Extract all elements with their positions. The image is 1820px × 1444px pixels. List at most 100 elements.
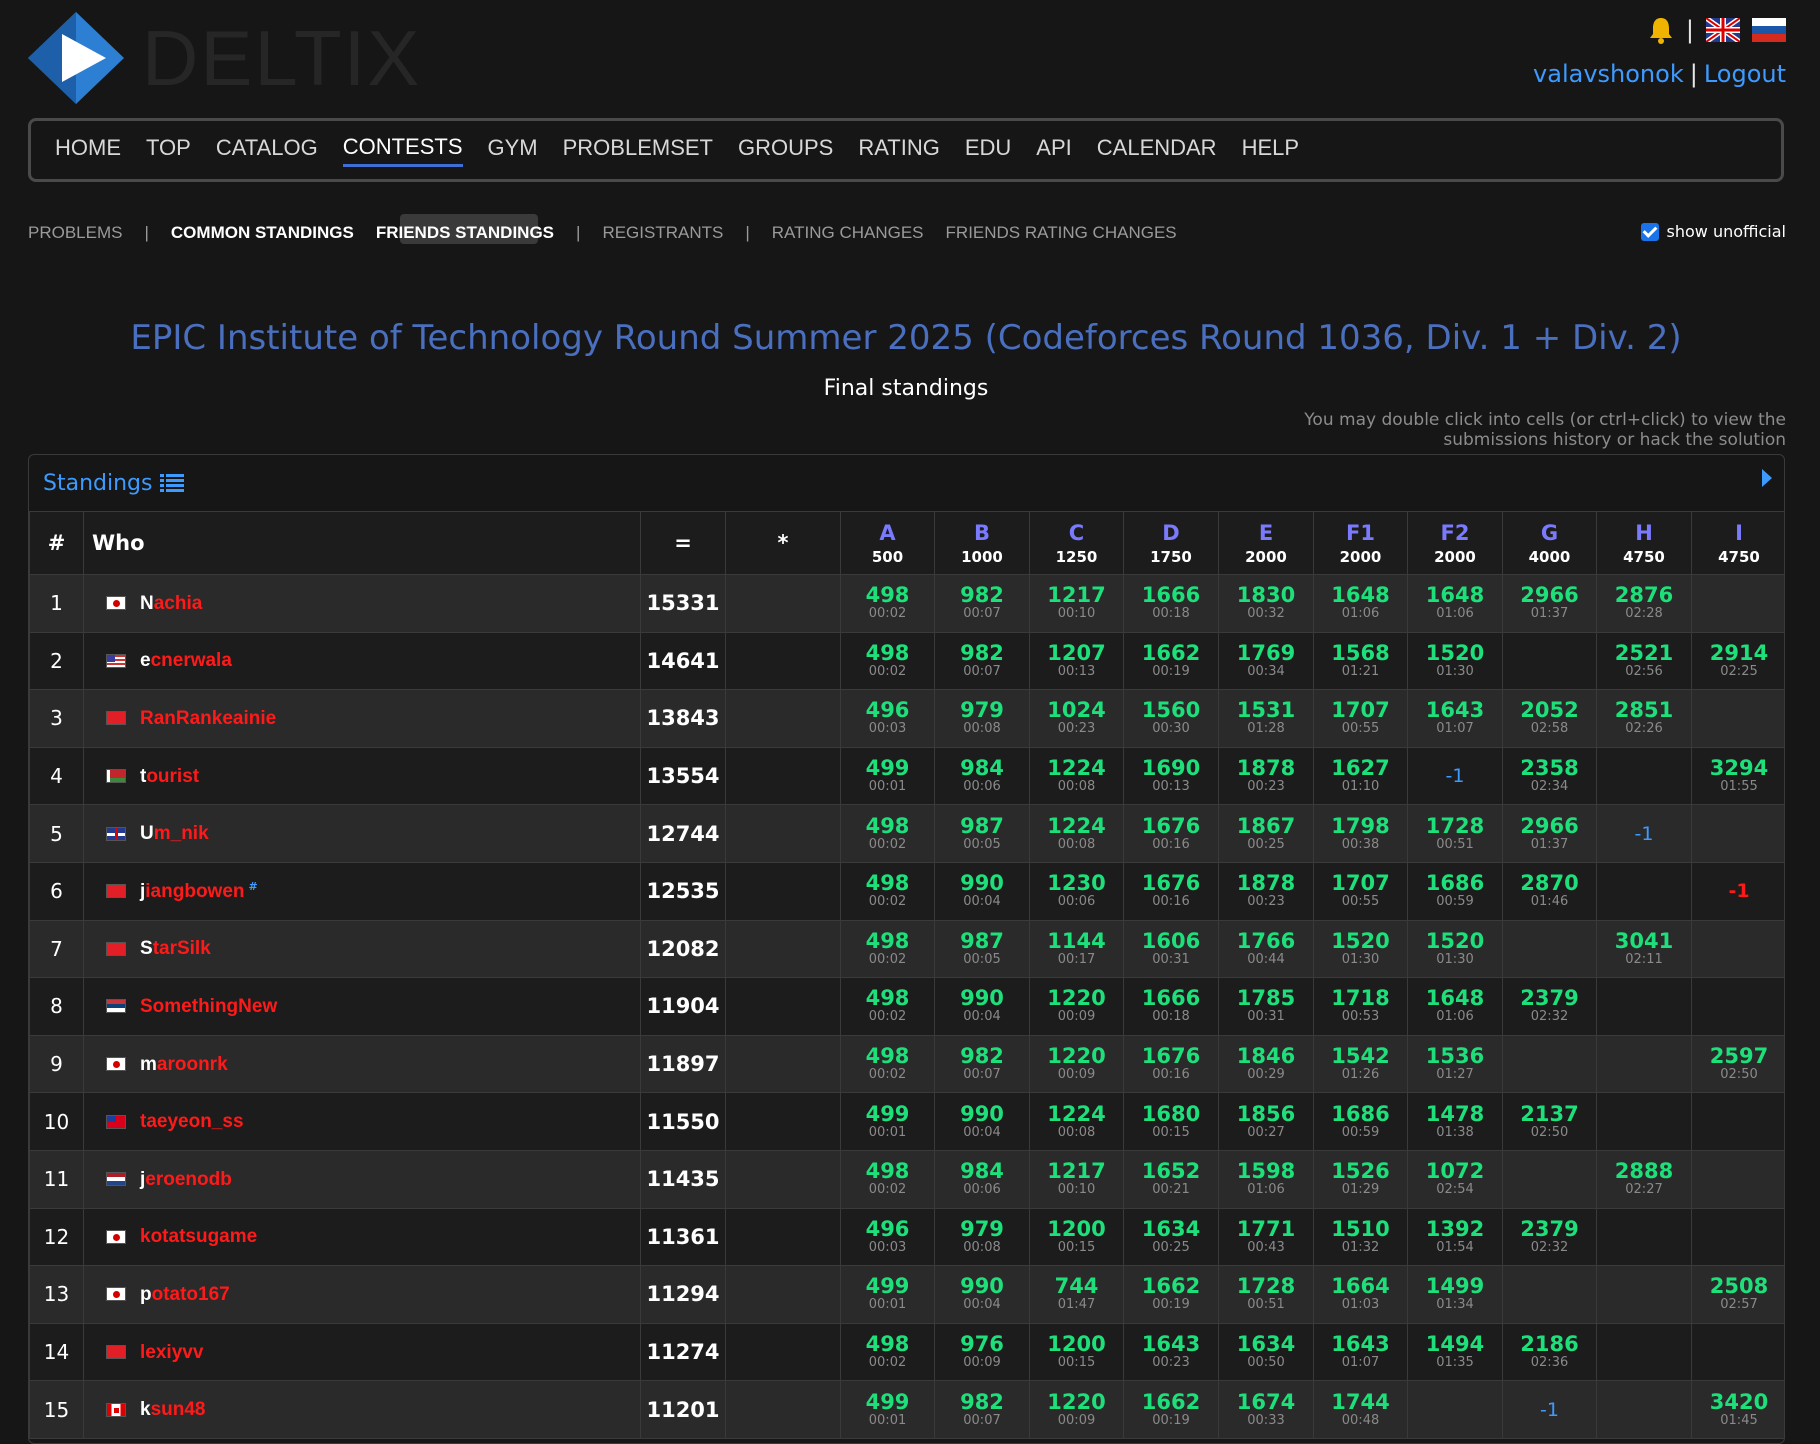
problem-cell[interactable]: 498 00:02	[840, 574, 935, 633]
problem-cell[interactable]	[1691, 1322, 1784, 1382]
problem-cell[interactable]: 2379 02:32	[1502, 1207, 1597, 1267]
problem-cell[interactable]	[1691, 977, 1784, 1036]
problem-cell[interactable]: 982 00:07	[934, 1034, 1030, 1094]
col-problem[interactable]: A 500	[840, 511, 935, 575]
problem-cell[interactable]	[1691, 1207, 1784, 1267]
problem-cell[interactable]	[1691, 919, 1784, 979]
subnav-registrants[interactable]: REGISTRANTS	[602, 223, 723, 243]
problem-cell[interactable]: 2876 02:28	[1596, 574, 1692, 633]
col-problem[interactable]: I 4750	[1691, 511, 1784, 575]
nav-top[interactable]: TOP	[146, 135, 191, 165]
problem-cell[interactable]: 496 00:03	[840, 1207, 935, 1267]
problem-cell[interactable]: 1220 00:09	[1029, 1380, 1124, 1439]
english-flag-icon[interactable]	[1706, 18, 1740, 42]
problem-cell[interactable]: 1798 00:38	[1313, 804, 1408, 863]
problem-cell[interactable]: 1830 00:32	[1218, 574, 1314, 633]
problem-cell[interactable]: 1648 01:06	[1313, 574, 1408, 633]
problem-cell[interactable]: 1560 00:30	[1123, 689, 1219, 748]
problem-cell[interactable]: 982 00:07	[934, 1380, 1030, 1439]
problem-cell[interactable]: 2508 02:57	[1691, 1265, 1784, 1324]
problem-cell[interactable]: 1676 00:16	[1123, 1034, 1219, 1094]
problem-cell[interactable]: 1707 00:55	[1313, 861, 1408, 921]
participant-link[interactable]: StarSilk	[140, 938, 211, 959]
problem-cell[interactable]: 1224 00:08	[1029, 746, 1124, 806]
problem-cell[interactable]: 1718 00:53	[1313, 977, 1408, 1036]
problem-cell[interactable]: 1766 00:44	[1218, 919, 1314, 979]
problem-cell[interactable]	[1691, 1092, 1784, 1151]
expand-arrow-icon[interactable]	[1762, 469, 1772, 487]
nav-help[interactable]: HELP	[1242, 135, 1299, 165]
problem-cell[interactable]: 1878 00:23	[1218, 861, 1314, 921]
problem-cell[interactable]: 1598 01:06	[1218, 1149, 1314, 1209]
problem-cell[interactable]: 1771 00:43	[1218, 1207, 1314, 1267]
participant-link[interactable]: maroonrk	[140, 1054, 228, 1075]
participant-link[interactable]: kotatsugame	[140, 1226, 257, 1247]
problem-cell[interactable]: 1499 01:34	[1407, 1265, 1503, 1324]
problem-cell[interactable]: 1478 01:38	[1407, 1092, 1503, 1151]
problem-cell[interactable]: 2597 02:50	[1691, 1034, 1784, 1094]
problem-cell[interactable]: 1643 01:07	[1313, 1322, 1408, 1382]
participant-link[interactable]: Nachia	[140, 593, 202, 614]
problem-cell[interactable]: 1200 00:15	[1029, 1322, 1124, 1382]
participant-link[interactable]: potato167	[140, 1284, 230, 1305]
nav-problemset[interactable]: PROBLEMSET	[563, 135, 713, 165]
problem-cell[interactable]	[1596, 746, 1692, 806]
col-problem[interactable]: E 2000	[1218, 511, 1314, 575]
problem-cell[interactable]: 1856 00:27	[1218, 1092, 1314, 1151]
problem-cell[interactable]: 1664 01:03	[1313, 1265, 1408, 1324]
problem-cell[interactable]: 1217 00:10	[1029, 574, 1124, 633]
problem-cell[interactable]: -1	[1407, 746, 1503, 806]
problem-cell[interactable]: 1846 00:29	[1218, 1034, 1314, 1094]
problem-cell[interactable]: 1634 00:25	[1123, 1207, 1219, 1267]
col-problem[interactable]: F1 2000	[1313, 511, 1408, 575]
problem-cell[interactable]: 1666 00:18	[1123, 977, 1219, 1036]
subnav-friends-standings[interactable]: FRIENDS STANDINGS	[376, 223, 554, 243]
problem-cell[interactable]: 1707 00:55	[1313, 689, 1408, 748]
problem-cell[interactable]: 1878 00:23	[1218, 746, 1314, 806]
problem-cell[interactable]: 498 00:02	[840, 1322, 935, 1382]
problem-cell[interactable]: 1207 00:13	[1029, 631, 1124, 691]
participant-link[interactable]: jiangbowen	[140, 881, 245, 902]
problem-cell[interactable]: -1	[1691, 861, 1784, 921]
problem-cell[interactable]: 499 00:01	[840, 1265, 935, 1324]
problem-cell[interactable]: 1568 01:21	[1313, 631, 1408, 691]
problem-cell[interactable]: 1531 01:28	[1218, 689, 1314, 748]
show-unofficial-toggle[interactable]: show unofficial	[1640, 222, 1786, 241]
problem-cell[interactable]: 1676 00:16	[1123, 861, 1219, 921]
participant-link[interactable]: tourist	[140, 766, 199, 787]
problem-cell[interactable]: 1606 00:31	[1123, 919, 1219, 979]
problem-cell[interactable]: 3294 01:55	[1691, 746, 1784, 806]
problem-cell[interactable]: 1520 01:30	[1407, 919, 1503, 979]
problem-cell[interactable]: 1224 00:08	[1029, 804, 1124, 863]
problem-cell[interactable]: 2888 02:27	[1596, 1149, 1692, 1209]
participant-link[interactable]: taeyeon_ss	[140, 1111, 244, 1132]
problem-cell[interactable]: 1690 00:13	[1123, 746, 1219, 806]
show-unofficial-checkbox[interactable]	[1640, 222, 1659, 241]
problem-cell[interactable]: 984 00:06	[934, 1149, 1030, 1209]
col-problem[interactable]: H 4750	[1596, 511, 1692, 575]
problem-cell[interactable]: 1648 01:06	[1407, 574, 1503, 633]
problem-cell[interactable]: 1536 01:27	[1407, 1034, 1503, 1094]
problem-cell[interactable]	[1596, 1322, 1692, 1382]
problem-cell[interactable]: 2521 02:56	[1596, 631, 1692, 691]
participant-link[interactable]: jeroenodb	[140, 1169, 232, 1190]
problem-cell[interactable]	[1691, 1149, 1784, 1209]
problem-cell[interactable]: -1	[1596, 804, 1692, 863]
problem-cell[interactable]: 2914 02:25	[1691, 631, 1784, 691]
problem-cell[interactable]	[1596, 1265, 1692, 1324]
problem-cell[interactable]: 2851 02:26	[1596, 689, 1692, 748]
participant-link[interactable]: ksun48	[140, 1399, 206, 1420]
problem-cell[interactable]: 2870 01:46	[1502, 861, 1597, 921]
problem-cell[interactable]: 1627 01:10	[1313, 746, 1408, 806]
problem-cell[interactable]: 2052 02:58	[1502, 689, 1597, 748]
problem-cell[interactable]: 2186 02:36	[1502, 1322, 1597, 1382]
participant-link[interactable]: Um_nik	[140, 823, 209, 844]
problem-cell[interactable]: 1648 01:06	[1407, 977, 1503, 1036]
problem-cell[interactable]	[1596, 1034, 1692, 1094]
problem-cell[interactable]: 2137 02:50	[1502, 1092, 1597, 1151]
problem-cell[interactable]: 979 00:08	[934, 1207, 1030, 1267]
problem-cell[interactable]	[1691, 574, 1784, 633]
problem-cell[interactable]: 498 00:02	[840, 804, 935, 863]
problem-cell[interactable]: 1785 00:31	[1218, 977, 1314, 1036]
problem-cell[interactable]: 1144 00:17	[1029, 919, 1124, 979]
